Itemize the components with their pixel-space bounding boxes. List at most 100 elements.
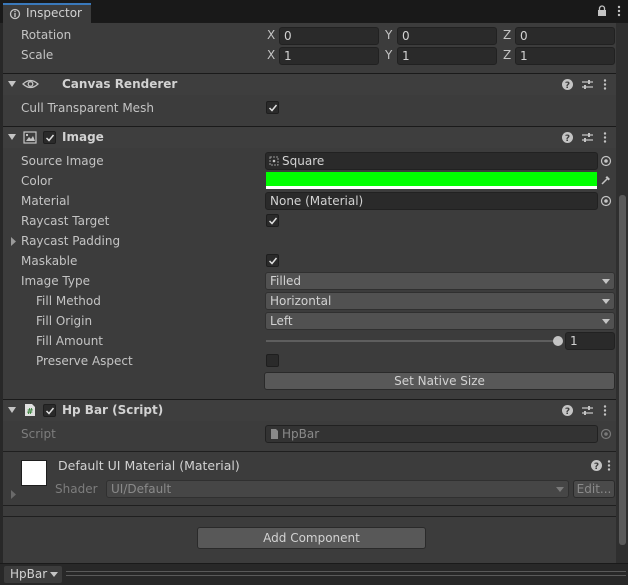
foldout-down-icon[interactable] bbox=[8, 133, 16, 141]
component-menu-icon[interactable] bbox=[606, 459, 612, 472]
canvas-renderer-header[interactable]: Canvas Renderer ? bbox=[3, 73, 616, 95]
add-component-button[interactable]: Add Component bbox=[197, 527, 426, 549]
tab-bar bbox=[0, 0, 628, 23]
resize-grip[interactable] bbox=[66, 571, 626, 576]
preset-icon[interactable] bbox=[581, 78, 594, 91]
script-value: HpBar bbox=[282, 427, 320, 441]
fill-method-dropdown[interactable]: Horizontal bbox=[265, 292, 615, 310]
preserve-aspect-checkbox[interactable] bbox=[266, 354, 279, 367]
scale-x-field[interactable]: 1 bbox=[279, 47, 379, 65]
cull-transparent-mesh-checkbox[interactable] bbox=[266, 101, 279, 114]
sprite-icon bbox=[269, 156, 279, 166]
checkmark-icon bbox=[45, 134, 55, 142]
fill-origin-label: Fill Origin bbox=[36, 314, 93, 328]
material-preview-thumbnail bbox=[21, 460, 47, 486]
image-title: Image bbox=[62, 130, 104, 144]
source-image-value: Square bbox=[282, 154, 325, 168]
csharp-script-icon: # bbox=[25, 404, 35, 416]
image-header[interactable]: Image ? bbox=[3, 126, 616, 148]
image-type-dropdown[interactable]: Filled bbox=[265, 272, 615, 290]
component-menu-icon[interactable] bbox=[602, 404, 608, 417]
inspector-icon bbox=[9, 8, 21, 20]
object-picker-icon[interactable] bbox=[600, 195, 612, 207]
divider bbox=[3, 451, 616, 452]
shader-label: Shader bbox=[55, 482, 98, 496]
maskable-label: Maskable bbox=[21, 254, 78, 268]
fill-amount-slider-thumb[interactable] bbox=[553, 336, 563, 346]
hp-bar-title: Hp Bar (Script) bbox=[62, 403, 164, 417]
source-image-label: Source Image bbox=[21, 154, 104, 168]
svg-text:?: ? bbox=[565, 407, 570, 417]
rotation-y-axis: Y bbox=[385, 28, 393, 42]
rotation-z-field[interactable]: 0 bbox=[515, 27, 615, 45]
rotation-z-axis: Z bbox=[503, 28, 512, 42]
scale-z-field[interactable]: 1 bbox=[515, 47, 615, 65]
svg-text:?: ? bbox=[565, 134, 570, 144]
svg-text:#: # bbox=[27, 407, 34, 416]
foldout-right-icon[interactable] bbox=[10, 237, 17, 246]
rotation-y-field[interactable]: 0 bbox=[397, 27, 497, 45]
foldout-right-icon[interactable] bbox=[10, 490, 17, 499]
fill-origin-value: Left bbox=[270, 314, 293, 328]
dropdown-arrow-icon bbox=[50, 572, 58, 577]
dropdown-arrow-icon bbox=[556, 487, 564, 492]
fill-amount-field[interactable]: 1 bbox=[565, 332, 615, 350]
image-enabled-checkbox[interactable] bbox=[43, 131, 56, 144]
scale-label: Scale bbox=[21, 48, 54, 62]
canvas-renderer-title: Canvas Renderer bbox=[62, 77, 178, 91]
image-component-icon bbox=[23, 131, 37, 144]
tab-inspector[interactable]: Inspector bbox=[3, 3, 91, 23]
component-menu-icon[interactable] bbox=[602, 131, 608, 144]
set-native-size-button[interactable]: Set Native Size bbox=[264, 372, 615, 390]
eyedropper-icon[interactable] bbox=[600, 174, 612, 186]
script-file-icon bbox=[271, 429, 278, 439]
help-icon[interactable]: ? bbox=[590, 459, 603, 472]
foldout-down-icon[interactable] bbox=[8, 80, 16, 88]
material-field[interactable]: None (Material) bbox=[265, 192, 598, 210]
raycast-target-checkbox[interactable] bbox=[266, 214, 279, 227]
scale-z-axis: Z bbox=[503, 48, 512, 62]
fill-origin-dropdown[interactable]: Left bbox=[265, 312, 615, 330]
fill-amount-slider-track[interactable] bbox=[266, 340, 558, 342]
material-label: Material bbox=[21, 194, 70, 208]
help-icon[interactable]: ? bbox=[561, 78, 574, 91]
script-label: Script bbox=[21, 427, 56, 441]
preserve-aspect-label: Preserve Aspect bbox=[36, 354, 133, 368]
source-image-field[interactable]: Square bbox=[265, 152, 598, 170]
checkmark-icon bbox=[268, 104, 278, 112]
shader-value: UI/Default bbox=[111, 482, 172, 496]
fill-amount-label: Fill Amount bbox=[36, 334, 104, 348]
rotation-x-field[interactable]: 0 bbox=[279, 27, 379, 45]
fill-method-label: Fill Method bbox=[36, 294, 101, 308]
image-type-label: Image Type bbox=[21, 274, 90, 288]
dropdown-arrow-icon bbox=[602, 299, 610, 304]
eye-icon bbox=[22, 79, 39, 89]
object-name-dropdown[interactable]: HpBar bbox=[4, 566, 62, 583]
scale-y-field[interactable]: 1 bbox=[397, 47, 497, 65]
checkmark-icon bbox=[268, 217, 278, 225]
material-title: Default UI Material (Material) bbox=[58, 458, 240, 473]
kebab-menu-icon[interactable] bbox=[616, 4, 622, 18]
object-picker-icon bbox=[600, 428, 612, 440]
component-menu-icon[interactable] bbox=[602, 78, 608, 91]
maskable-checkbox[interactable] bbox=[266, 254, 279, 267]
checkmark-icon bbox=[45, 407, 55, 415]
color-swatch[interactable] bbox=[266, 172, 597, 189]
object-name: HpBar bbox=[10, 567, 48, 581]
preset-icon[interactable] bbox=[581, 404, 594, 417]
object-picker-icon[interactable] bbox=[600, 155, 612, 167]
help-icon[interactable]: ? bbox=[561, 404, 574, 417]
lock-icon[interactable] bbox=[596, 5, 608, 17]
preset-icon[interactable] bbox=[581, 131, 594, 144]
color-label: Color bbox=[21, 174, 53, 188]
hp-bar-enabled-checkbox[interactable] bbox=[43, 404, 56, 417]
scrollbar-thumb[interactable] bbox=[619, 195, 626, 545]
hp-bar-script-header[interactable]: # Hp Bar (Script) ? bbox=[3, 399, 616, 421]
foldout-down-icon[interactable] bbox=[8, 406, 16, 414]
edit-shader-button: Edit... bbox=[573, 480, 615, 498]
scale-x-axis: X bbox=[267, 48, 276, 62]
raycast-padding-label[interactable]: Raycast Padding bbox=[21, 234, 120, 248]
help-icon[interactable]: ? bbox=[561, 131, 574, 144]
cull-transparent-mesh-label: Cull Transparent Mesh bbox=[21, 101, 154, 115]
divider bbox=[3, 516, 616, 517]
